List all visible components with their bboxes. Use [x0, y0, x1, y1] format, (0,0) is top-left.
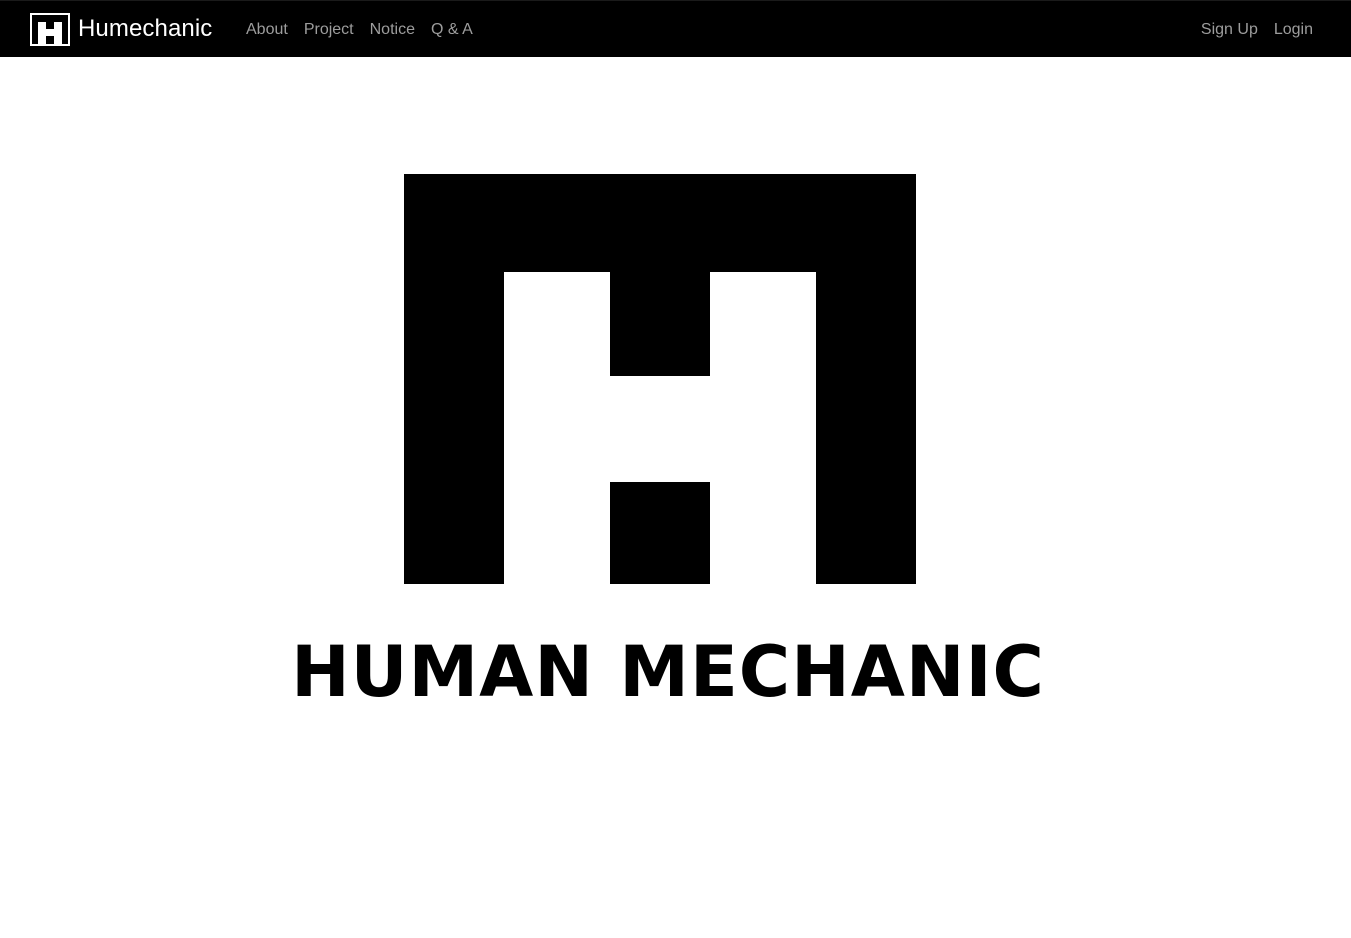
nav-link-qa[interactable]: Q & A — [431, 21, 473, 39]
nav-link-notice[interactable]: Notice — [370, 21, 415, 39]
hero-h-logo-icon — [404, 174, 916, 584]
login-link[interactable]: Login — [1274, 21, 1313, 39]
nav-link-about[interactable]: About — [246, 21, 288, 39]
sign-up-link[interactable]: Sign Up — [1201, 21, 1258, 39]
top-navbar: Humechanic About Project Notice Q & A Si… — [0, 0, 1351, 57]
nav-link-project[interactable]: Project — [304, 21, 354, 39]
humechanic-logo-icon — [30, 12, 70, 46]
primary-nav: About Project Notice Q & A — [246, 1, 473, 58]
account-nav: Sign Up Login — [1201, 1, 1313, 58]
brand-name: Humechanic — [78, 15, 213, 42]
hero-wordmark: HUMAN MECHANIC — [291, 631, 1045, 713]
brand-link[interactable]: Humechanic — [30, 12, 212, 46]
